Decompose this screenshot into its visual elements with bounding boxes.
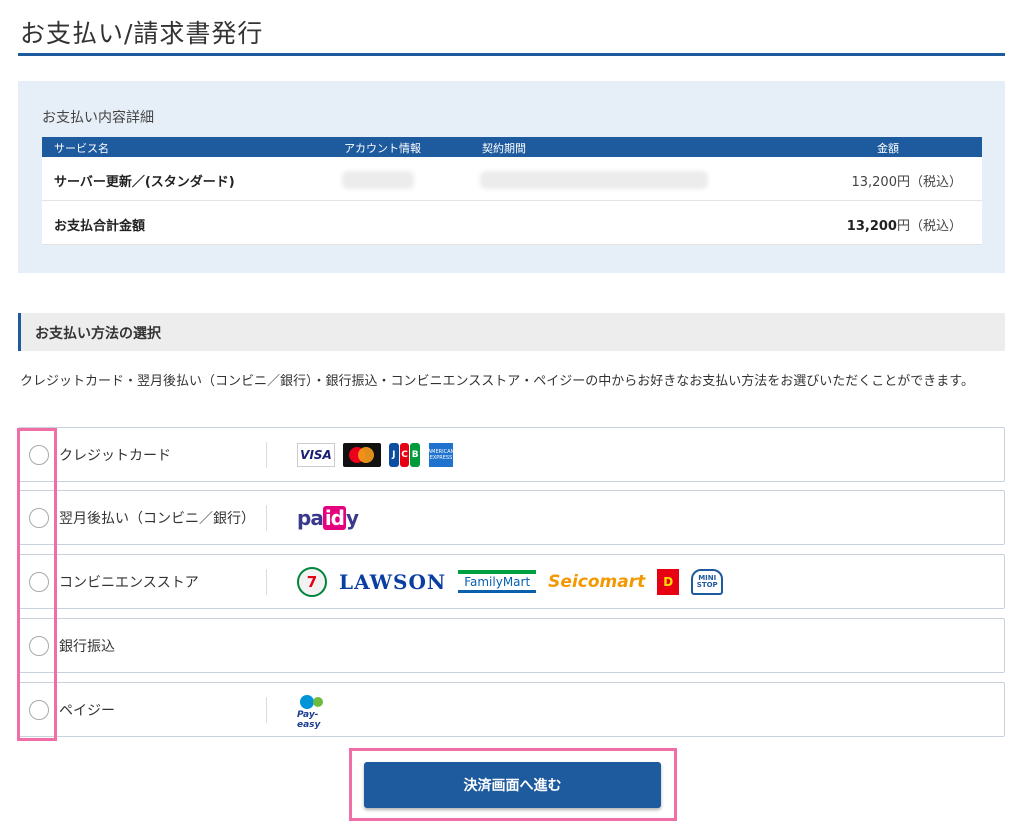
- option-label: 翌月後払い（コンビニ／銀行）: [59, 511, 255, 527]
- option-label: コンビニエンスストア: [59, 575, 199, 591]
- col-account: アカウント情報: [344, 142, 421, 155]
- proceed-to-payment-button[interactable]: 決済画面へ進む: [364, 762, 661, 808]
- title-underline: [18, 53, 1005, 56]
- credit-card-logos: VISA JCB AMERICAN EXPRESS: [297, 428, 454, 481]
- divider: [266, 697, 267, 723]
- summary-heading: お支払い内容詳細: [42, 110, 154, 126]
- option-label: 銀行振込: [59, 639, 115, 655]
- page-title: お支払い/請求書発行: [20, 19, 264, 48]
- paidy-logo: pa id y: [297, 505, 359, 530]
- divider: [266, 442, 267, 468]
- radio-payeasy[interactable]: [29, 700, 49, 720]
- table-row: サーバー更新／(スタンダード) 13,200円（税込）: [42, 157, 982, 201]
- seicomart-logo: Seicomart: [548, 571, 646, 592]
- familymart-logo: FamilyMart: [458, 570, 537, 593]
- radio-credit-card[interactable]: [29, 445, 49, 465]
- summary-table: サービス名 アカウント情報 契約期間 金額 サーバー更新／(スタンダード) 13…: [42, 137, 982, 245]
- payment-method-description: クレジットカード・翌月後払い（コンビニ／銀行）・銀行振込・コンビニエンスストア・…: [20, 374, 974, 389]
- service-name: サーバー更新／(スタンダード): [54, 175, 235, 190]
- col-service: サービス名: [54, 142, 109, 155]
- convenience-store-logos: 7 LAWSON FamilyMart Seicomart D MINI STO…: [297, 555, 724, 608]
- amex-logo: AMERICAN EXPRESS: [428, 442, 454, 467]
- table-header: サービス名 アカウント情報 契約期間 金額: [42, 137, 982, 157]
- payeasy-logos: Pay-easy: [297, 683, 333, 736]
- payment-method-section-title: お支払い方法の選択: [18, 313, 1005, 351]
- option-payeasy[interactable]: ペイジー Pay-easy: [18, 682, 1005, 737]
- row-amount: 13,200円（税込）: [851, 175, 962, 190]
- mastercard-logo: [343, 442, 381, 467]
- option-paidy[interactable]: 翌月後払い（コンビニ／銀行） pa id y: [18, 490, 1005, 545]
- total-row: お支払合計金額 13,200円（税込）: [42, 201, 982, 245]
- paidy-logos: pa id y: [297, 491, 359, 544]
- option-convenience-store[interactable]: コンビニエンスストア 7 LAWSON FamilyMart Seicomart…: [18, 554, 1005, 609]
- payeasy-logo: Pay-easy: [297, 694, 333, 730]
- col-amount: 金額: [877, 142, 899, 155]
- seven-eleven-logo: 7: [297, 566, 327, 597]
- account-info-redacted: [342, 171, 414, 189]
- divider: [266, 505, 267, 531]
- ministop-logo: MINI STOP: [691, 568, 724, 595]
- radio-convenience-store[interactable]: [29, 572, 49, 592]
- daily-yamazaki-logo: D: [657, 568, 680, 595]
- lawson-logo: LAWSON: [339, 569, 447, 594]
- col-period: 契約期間: [482, 142, 526, 155]
- total-amount: 13,200円（税込）: [846, 219, 962, 234]
- divider: [266, 569, 267, 595]
- period-redacted: [480, 171, 708, 189]
- option-bank-transfer[interactable]: 銀行振込: [18, 618, 1005, 673]
- option-label: クレジットカード: [59, 448, 171, 464]
- radio-bank-transfer[interactable]: [29, 636, 49, 656]
- jcb-logo: JCB: [389, 442, 421, 467]
- total-label: お支払合計金額: [54, 219, 146, 234]
- visa-logo: VISA: [297, 442, 335, 467]
- option-label: ペイジー: [59, 703, 115, 719]
- radio-paidy[interactable]: [29, 508, 49, 528]
- payment-summary-panel: お支払い内容詳細 サービス名 アカウント情報 契約期間 金額 サーバー更新／(ス…: [18, 81, 1005, 273]
- option-credit-card[interactable]: クレジットカード VISA JCB AMERICAN EXPRESS: [18, 427, 1005, 482]
